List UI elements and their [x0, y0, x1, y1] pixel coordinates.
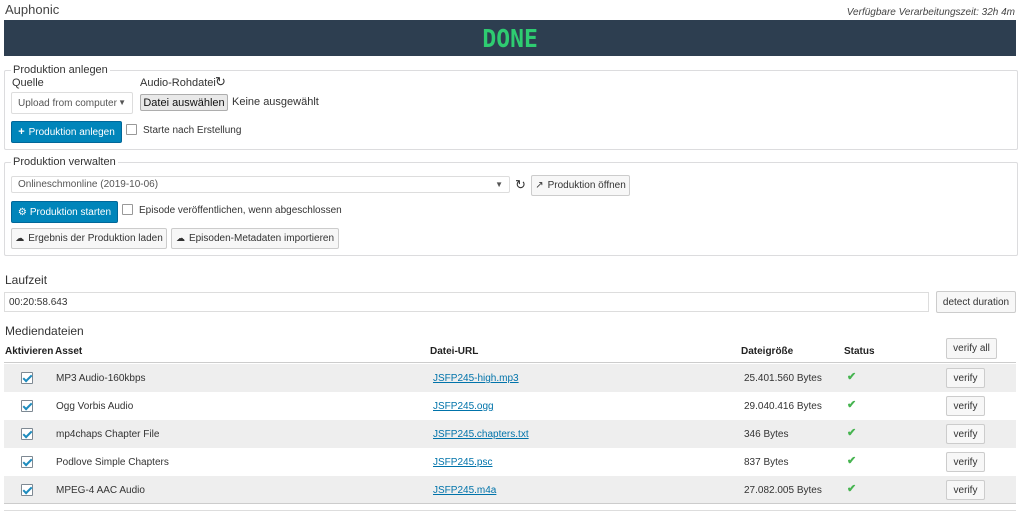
row-file-link[interactable]: JSFP245.m4a — [433, 485, 496, 496]
app-title: Auphonic — [5, 2, 60, 17]
header-url: Datei-URL — [430, 346, 479, 357]
row-asset: MPEG-4 AAC Audio — [56, 485, 145, 496]
cloud-download-icon: ☁ — [175, 233, 185, 243]
table-bottom-divider — [4, 503, 1016, 504]
no-file-chosen: Keine ausgewählt — [232, 96, 319, 108]
row-file-link[interactable]: JSFP245.ogg — [433, 401, 494, 412]
status-banner: DONE — [4, 20, 1016, 56]
row-active-checkbox[interactable] — [21, 484, 33, 496]
import-metadata-button-label: Episoden-Metadaten importieren — [188, 233, 335, 244]
header-asset: Asset — [55, 346, 83, 357]
start-after-checkbox[interactable] — [126, 124, 137, 135]
external-link-icon: ↗ — [535, 180, 544, 191]
media-title: Mediendateien — [5, 324, 84, 338]
table-row: Podlove Simple Chapters JSFP245.psc 837 … — [4, 448, 1016, 476]
open-production-button[interactable]: ↗ Produktion öffnen — [531, 175, 630, 196]
verify-button[interactable]: verify — [946, 424, 985, 444]
check-icon: ✔ — [847, 427, 857, 439]
row-file-size: 29.040.416 Bytes — [744, 401, 822, 412]
row-asset: Ogg Vorbis Audio — [56, 401, 134, 412]
choose-file-button[interactable]: Datei auswählen — [140, 94, 228, 111]
publish-checkbox[interactable] — [122, 204, 133, 215]
row-asset: Podlove Simple Chapters — [56, 457, 169, 468]
open-production-button-label: Produktion öffnen — [547, 180, 626, 191]
header-activate: Aktivieren — [5, 346, 54, 357]
start-production-button[interactable]: ⚙ Produktion starten — [11, 201, 118, 223]
row-file-size: 25.401.560 Bytes — [744, 373, 822, 384]
start-production-button-label: Produktion starten — [29, 206, 112, 218]
row-active-checkbox[interactable] — [21, 372, 33, 384]
row-asset: mp4chaps Chapter File — [56, 429, 160, 440]
source-select[interactable]: Upload from computer ▼ — [11, 92, 133, 114]
row-active-checkbox[interactable] — [21, 456, 33, 468]
cloud-download-icon: ☁ — [15, 233, 25, 243]
status-banner-text: DONE — [482, 23, 538, 53]
refresh-icon[interactable]: ↻ — [215, 75, 226, 88]
create-production-button[interactable]: + Produktion anlegen — [11, 121, 122, 143]
table-row: MPEG-4 AAC Audio JSFP245.m4a 27.082.005 … — [4, 476, 1016, 504]
row-file-link[interactable]: JSFP245.psc — [433, 457, 492, 468]
table-header-divider — [4, 362, 1016, 363]
create-production-button-label: Produktion anlegen — [28, 126, 115, 138]
raw-audio-label: Audio-Rohdatei — [140, 77, 216, 89]
page-divider — [4, 510, 1016, 511]
production-select[interactable]: Onlineschmonline (2019-10-06) ▼ — [11, 176, 510, 193]
header-size: Dateigröße — [741, 346, 794, 357]
verify-button[interactable]: verify — [946, 480, 985, 500]
gears-icon: ⚙ — [17, 206, 27, 218]
duration-input[interactable]: 00:20:58.643 — [4, 292, 929, 312]
chevron-down-icon: ▼ — [118, 98, 126, 107]
plus-icon: + — [18, 126, 25, 138]
check-icon: ✔ — [847, 483, 857, 495]
start-after-label: Starte nach Erstellung — [143, 125, 242, 136]
row-file-size: 346 Bytes — [744, 429, 789, 440]
row-asset: MP3 Audio-160kbps — [56, 373, 146, 384]
production-select-value: Onlineschmonline (2019-10-06) — [18, 179, 159, 190]
row-active-checkbox[interactable] — [21, 400, 33, 412]
detect-duration-button[interactable]: detect duration — [936, 291, 1016, 313]
load-result-button-label: Ergebnis der Produktion laden — [28, 233, 163, 244]
verify-button[interactable]: verify — [946, 368, 985, 388]
processing-time: Verfügbare Verarbeitungszeit: 32h 4m — [846, 7, 1015, 18]
manage-production-legend: Produktion verwalten — [11, 156, 118, 168]
check-icon: ✔ — [847, 371, 857, 383]
create-production-legend: Produktion anlegen — [11, 64, 110, 76]
source-label: Quelle — [12, 77, 44, 89]
header-status: Status — [844, 346, 875, 357]
table-row: Ogg Vorbis Audio JSFP245.ogg 29.040.416 … — [4, 392, 1016, 420]
row-file-size: 837 Bytes — [744, 457, 789, 468]
refresh-icon[interactable]: ↻ — [515, 178, 526, 191]
publish-label: Episode veröffentlichen, wenn abgeschlos… — [139, 205, 342, 216]
import-metadata-button[interactable]: ☁ Episoden-Metadaten importieren — [171, 228, 339, 249]
source-select-value: Upload from computer — [18, 97, 117, 109]
auphonic-panel: Auphonic Verfügbare Verarbeitungszeit: 3… — [0, 0, 1024, 518]
row-file-link[interactable]: JSFP245.chapters.txt — [433, 429, 529, 440]
verify-button[interactable]: verify — [946, 396, 985, 416]
verify-button[interactable]: verify — [946, 452, 985, 472]
verify-all-button[interactable]: verify all — [946, 338, 997, 359]
check-icon: ✔ — [847, 399, 857, 411]
duration-title: Laufzeit — [5, 273, 48, 287]
row-file-link[interactable]: JSFP245-high.mp3 — [433, 373, 519, 384]
load-result-button[interactable]: ☁ Ergebnis der Produktion laden — [11, 228, 167, 249]
check-icon: ✔ — [847, 455, 857, 467]
chevron-down-icon: ▼ — [495, 180, 503, 189]
row-file-size: 27.082.005 Bytes — [744, 485, 822, 496]
table-row: mp4chaps Chapter File JSFP245.chapters.t… — [4, 420, 1016, 448]
table-row: MP3 Audio-160kbps JSFP245-high.mp3 25.40… — [4, 364, 1016, 392]
row-active-checkbox[interactable] — [21, 428, 33, 440]
